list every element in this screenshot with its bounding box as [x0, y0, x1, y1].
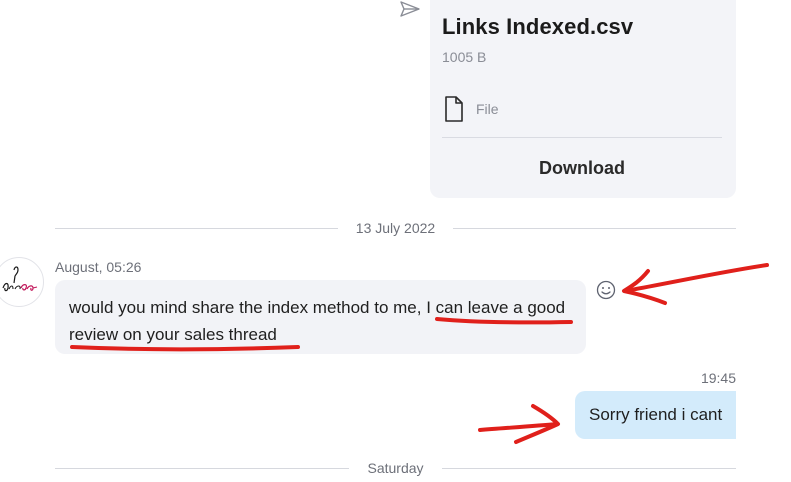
smiley-icon[interactable] — [596, 280, 616, 300]
file-type-row: File — [444, 96, 499, 122]
avatar[interactable] — [0, 257, 44, 307]
file-type-label: File — [476, 101, 499, 117]
divider-rule-right — [441, 467, 737, 469]
date-divider: Saturday — [55, 458, 737, 478]
arrow-shaft — [478, 422, 559, 432]
download-button[interactable]: Download — [442, 148, 722, 188]
divider-rule-left — [55, 467, 350, 469]
file-size: 1005 B — [442, 49, 487, 65]
avatar-logo — [0, 259, 42, 305]
arrow-shaft — [623, 263, 769, 293]
send-icon — [400, 1, 420, 17]
incoming-message-bubble[interactable]: would you mind share the index method to… — [55, 280, 586, 354]
outgoing-message-bubble[interactable]: Sorry friend i cant — [575, 391, 736, 439]
date-divider-label: 13 July 2022 — [355, 220, 436, 236]
date-divider: 13 July 2022 — [55, 218, 736, 238]
arrow-head — [514, 404, 560, 444]
chat-pane: Links Indexed.csv 1005 B File Download 1… — [0, 0, 791, 482]
arrow-head — [622, 269, 667, 305]
file-name: Links Indexed.csv — [442, 14, 634, 39]
file-attachment-card[interactable]: Links Indexed.csv 1005 B File Download — [430, 0, 736, 198]
divider-rule-left — [55, 227, 338, 229]
document-icon — [445, 96, 463, 122]
outgoing-message-time: 19:45 — [700, 370, 736, 386]
card-divider — [442, 137, 722, 138]
sender-name-time: August, 05:26 — [55, 259, 142, 275]
date-divider-label: Saturday — [367, 460, 424, 476]
divider-rule-right — [453, 227, 736, 229]
